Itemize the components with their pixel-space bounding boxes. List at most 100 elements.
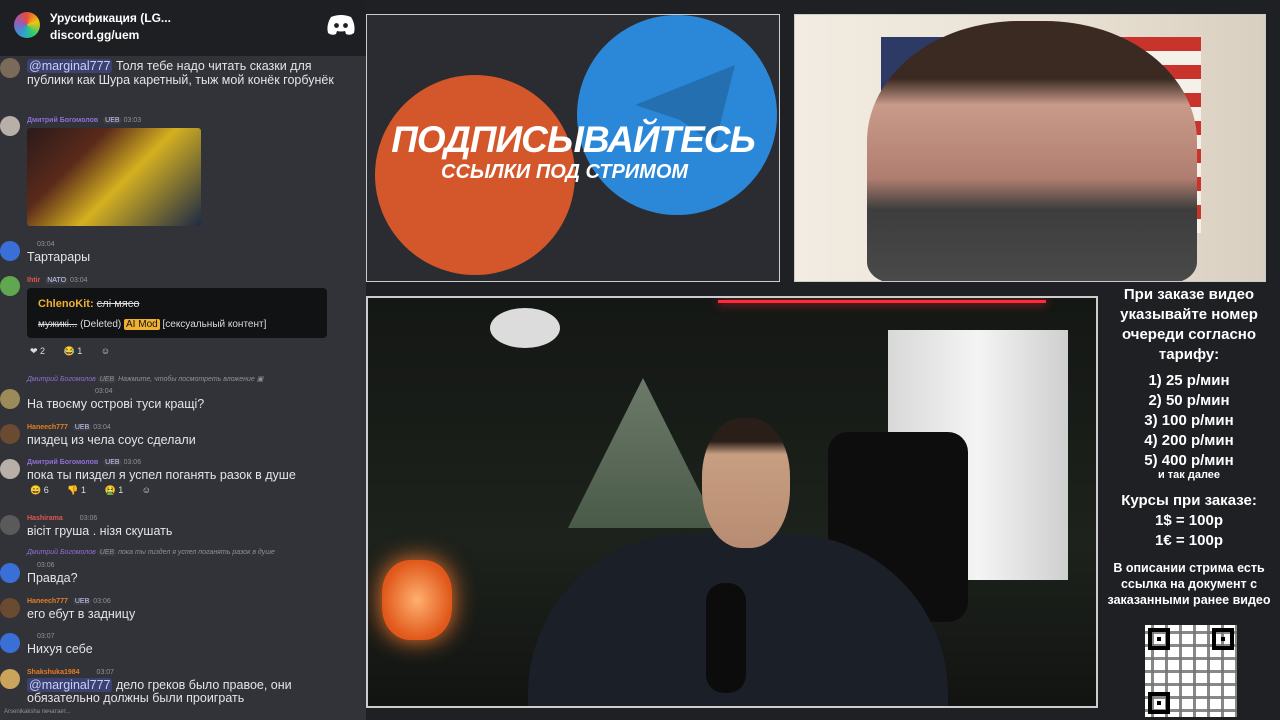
timestamp: 03:06 xyxy=(79,515,98,522)
user-badge: UEB xyxy=(72,424,92,431)
username[interactable]: Shakshuka1984 xyxy=(27,669,80,676)
message-text: вісіт груша . нізя скушать xyxy=(27,524,173,538)
reaction-bar: 😄 6 👎 1 🤮 1 ☺ xyxy=(30,485,159,496)
username[interactable]: Haneech777 xyxy=(27,424,68,431)
chat-message: Haneech777 UEB 03:06 его ебут в задницу xyxy=(0,596,366,622)
avatar[interactable] xyxy=(0,669,20,689)
course-item: 1€ = 100р xyxy=(1155,532,1223,549)
reaction-bar: ❤ 2 😂 1 ☺ xyxy=(30,346,118,357)
rate-item: 5) 400 р/мин xyxy=(1144,452,1234,469)
server-invite-link[interactable]: discord.gg/uem xyxy=(50,28,139,42)
chat-message: 03:04 Тартарары xyxy=(0,240,366,264)
chat-message: Haneech777 UEB 03:04 пиздец из чела соус с… xyxy=(0,422,366,448)
timestamp: 03:07 xyxy=(37,633,55,640)
add-reaction-icon[interactable]: ☺ xyxy=(101,346,110,356)
avatar[interactable] xyxy=(0,276,20,296)
message-text: Правда? xyxy=(27,571,78,585)
promo-headline: ПОДПИСЫВАЙТЕСЬ xyxy=(391,119,755,160)
message-text: На твоєму острові туси кращі? xyxy=(27,397,205,411)
message-text: @marginal777 дело греков было правое, он… xyxy=(27,678,292,692)
mention[interactable]: @marginal777 xyxy=(27,59,113,73)
deleted-text: єлі мясо xyxy=(96,298,140,310)
user-badge: UEB xyxy=(103,459,122,466)
mention[interactable]: @marginal777 xyxy=(27,678,113,692)
chat-message: 03:04 На твоєму острові туси кращі? xyxy=(0,386,366,412)
salt-lamp xyxy=(382,560,452,640)
avatar[interactable] xyxy=(0,633,20,653)
message-text: @marginal777 Толя тебе надо читать сказк… xyxy=(27,59,312,73)
chat-panel: Урусификация (LG... discord.gg/uem @marg… xyxy=(0,0,366,720)
add-reaction-icon[interactable]: ☺ xyxy=(142,485,151,495)
avatar[interactable] xyxy=(0,116,20,136)
qr-code-icon xyxy=(1145,625,1237,717)
deleted-message-card: ChlenoKit: єлі мясо мужикі... (Deleted) … xyxy=(27,288,327,338)
description-note: В описании стрима есть ссылка на докумен… xyxy=(1107,561,1271,607)
course-item: 1$ = 100р xyxy=(1155,512,1223,529)
typing-indicator: Arsenikaksha печатает... xyxy=(4,709,71,715)
reaction[interactable]: ❤ 2 xyxy=(30,346,53,357)
exchange-rates: Курсы при заказе: 1$ = 100р 1€ = 100р xyxy=(1098,491,1280,551)
username[interactable]: Ihtir xyxy=(27,277,40,284)
reply-preview[interactable]: Дмитрий Богомолов UEB пока ты пиздел я у… xyxy=(27,549,275,556)
username[interactable]: Haneech777 xyxy=(27,598,68,605)
message-text: Тартарары xyxy=(27,250,91,264)
chat-message: 03:06 Правда? xyxy=(0,560,366,586)
rates-more: и так далее xyxy=(1157,469,1221,481)
username[interactable]: Дмитрий Богомолов xyxy=(27,117,98,124)
timestamp: 03:04 xyxy=(93,424,111,431)
rate-item: 3) 100 р/мин xyxy=(1144,412,1234,429)
message-text: пиздец из чела соус сделали xyxy=(27,433,196,447)
reply-preview[interactable]: Дмитрий Богомолов UEB Нажмите, чтобы пос… xyxy=(27,375,263,383)
deleted-text-line2: мужикі... xyxy=(38,319,78,330)
deleted-tag: (Deleted) xyxy=(80,319,122,330)
user-badge: UEB xyxy=(103,117,122,124)
mountain-mural xyxy=(568,378,718,528)
chat-message: Shakshuka1984 03:07 @marginal777 дело гре… xyxy=(0,667,366,707)
chat-message: Hashirama 03:06 вісіт груша . нізя скушат… xyxy=(0,513,366,539)
avatar[interactable] xyxy=(0,241,20,261)
reaction[interactable]: 🤮 1 xyxy=(105,485,132,496)
order-info-panel: При заказе видео указывайте номер очеред… xyxy=(1098,282,1280,720)
discord-icon xyxy=(327,15,355,35)
message-text: его ебут в задницу xyxy=(27,607,136,621)
avatar[interactable] xyxy=(0,515,20,535)
promo-banner: ПОДПИСЫВАЙТЕСЬ ССЫЛКИ ПОД СТРИМОМ xyxy=(366,14,780,282)
deleted-author: ChlenoKit: xyxy=(38,298,94,310)
reaction[interactable]: 👎 1 xyxy=(67,485,94,496)
timestamp: 03:06 xyxy=(93,598,111,605)
user-badge: NATO xyxy=(45,277,69,284)
rate-item: 1) 25 р/мин xyxy=(1148,372,1230,389)
chat-message: Дмитрий Богомолов UEB 03:06 пока ты пиздел… xyxy=(0,457,366,499)
guest-person xyxy=(867,21,1197,281)
timestamp: 03:07 xyxy=(96,669,115,676)
courses-title: Курсы при заказе: xyxy=(1121,492,1257,509)
chat-message: @marginal777 Толя тебе надо читать сказк… xyxy=(0,56,366,100)
server-name: Урусификация (LG... xyxy=(50,11,171,25)
avatar[interactable] xyxy=(0,424,20,444)
avatar[interactable] xyxy=(0,58,20,78)
image-attachment[interactable] xyxy=(27,128,201,226)
timestamp: 03:04 xyxy=(70,277,88,284)
deleted-reason: [сексуальный контент] xyxy=(162,319,267,330)
user-badge: UEB xyxy=(72,598,92,605)
server-icon[interactable] xyxy=(14,12,40,38)
message-text-line2: обязательно должны были проиграть xyxy=(27,691,245,705)
webcam-streamer xyxy=(366,296,1098,708)
username[interactable]: Hashirama xyxy=(27,515,63,522)
reaction[interactable]: 😂 1 xyxy=(64,346,91,357)
ufo-mural xyxy=(490,308,560,348)
avatar[interactable] xyxy=(0,459,20,479)
avatar[interactable] xyxy=(0,563,20,583)
rate-item: 4) 200 р/мин xyxy=(1144,432,1234,449)
ai-mod-badge: AI Mod xyxy=(124,319,160,330)
microphone xyxy=(706,583,746,693)
avatar[interactable] xyxy=(0,598,20,618)
reaction[interactable]: 😄 6 xyxy=(30,485,57,496)
chat-message: 03:07 Нихуя себе xyxy=(0,631,366,657)
avatar[interactable] xyxy=(0,389,20,409)
timestamp: 03:04 xyxy=(37,241,55,248)
username[interactable]: Дмитрий Богомолов xyxy=(27,459,98,466)
rate-list: 1) 25 р/мин 2) 50 р/мин 3) 100 р/мин 4) … xyxy=(1098,371,1280,471)
timestamp: 03:03 xyxy=(123,117,142,124)
led-strip xyxy=(718,300,1046,303)
